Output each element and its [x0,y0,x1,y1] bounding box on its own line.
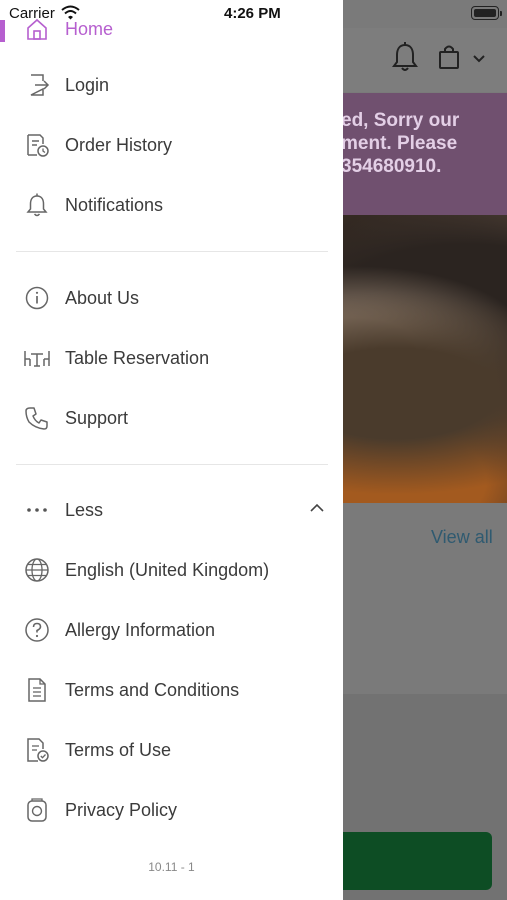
menu-label: About Us [65,288,140,308]
navigation-drawer: Home Login Order History Notifications A… [0,0,343,900]
cart-bag-icon[interactable] [437,44,461,70]
divider [16,464,328,465]
divider [16,251,328,252]
menu-item-table-reservation[interactable]: Table Reservation [0,339,343,379]
menu-label: Notifications [65,195,164,215]
menu-label: Terms and Conditions [65,680,240,700]
bell-icon[interactable] [392,42,418,72]
menu-label: Privacy Policy [65,800,178,820]
carrier-label: Carrier [9,5,55,22]
chevron-up-icon[interactable] [309,503,325,513]
globe-icon [25,558,49,582]
phone-icon [25,407,48,430]
menu-item-order-history[interactable]: Order History [0,126,343,166]
bell-icon [26,193,48,217]
menu-label: Table Reservation [65,348,210,368]
document-check-icon [27,738,49,762]
privacy-icon [27,798,47,822]
clock: 4:26 PM [224,5,281,22]
menu-item-notifications[interactable]: Notifications [0,186,343,226]
menu-item-privacy-policy[interactable]: Privacy Policy [0,791,343,831]
view-all-link[interactable]: View all [431,527,493,548]
bg-primary-button[interactable] [330,832,492,890]
chevron-down-icon[interactable] [472,54,486,64]
banner-line: ment. Please [341,133,458,154]
info-icon [25,286,49,310]
menu-item-language[interactable]: English (United Kingdom) [0,551,343,591]
menu-label: English (United Kingdom) [65,560,270,580]
menu-item-terms-of-use[interactable]: Terms of Use [0,731,343,771]
table-icon [24,351,50,367]
status-bar: Carrier 4:26 PM [0,0,507,28]
more-dots-icon [27,508,47,512]
menu-label: Less [65,500,104,520]
wifi-icon [61,5,80,20]
menu-label: Order History [65,135,173,155]
menu-label: Login [65,75,110,95]
battery-icon [471,6,502,20]
question-icon [25,618,49,642]
order-history-icon [27,134,49,157]
menu-label: Terms of Use [65,740,172,760]
menu-item-support[interactable]: Support [0,399,343,439]
menu-label: Support [65,408,129,428]
banner-line: 354680910. [341,156,442,177]
document-icon [28,678,46,702]
login-icon [30,74,50,96]
menu-label: Allergy Information [65,620,216,640]
app-version: 10.11 - 1 [148,860,195,874]
menu-item-terms-and-conditions[interactable]: Terms and Conditions [0,671,343,711]
menu-item-login[interactable]: Login [0,66,343,106]
menu-item-less[interactable]: Less [0,491,343,531]
banner-line: ed, Sorry our [341,110,460,131]
menu-item-about-us[interactable]: About Us [0,279,343,319]
menu-item-allergy-information[interactable]: Allergy Information [0,611,343,651]
